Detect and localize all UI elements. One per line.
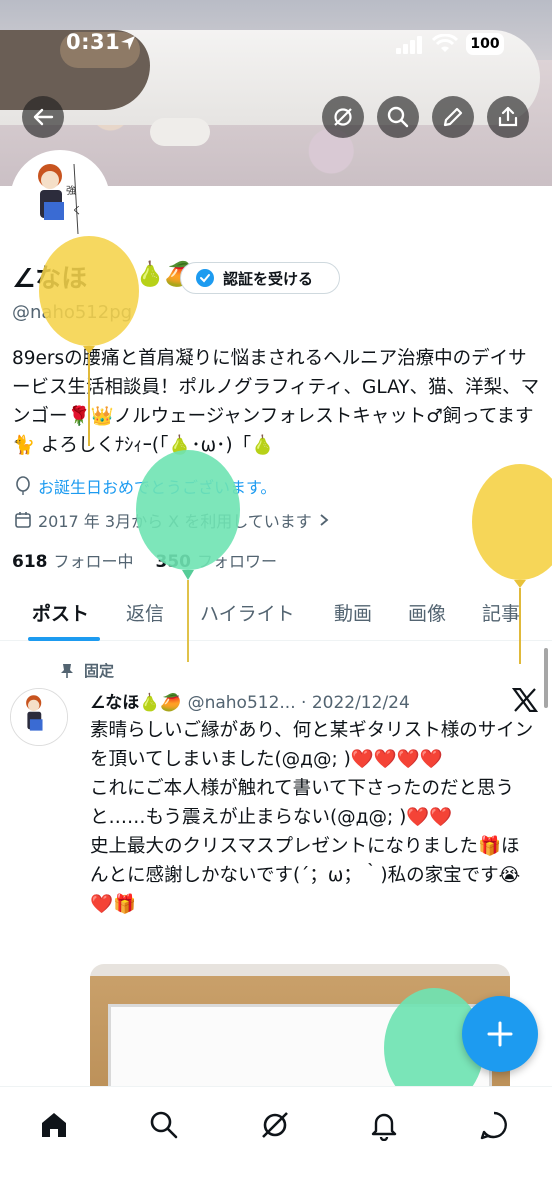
calendar-icon	[15, 512, 31, 528]
avatar-illustration	[11, 689, 67, 745]
x-logo-icon	[512, 688, 538, 712]
bell-icon	[371, 1113, 397, 1141]
back-button[interactable]	[22, 96, 64, 138]
nav-home[interactable]	[34, 1105, 74, 1145]
cellular-signal-icon	[396, 36, 422, 54]
nav-grok[interactable]	[255, 1105, 295, 1145]
share-button[interactable]	[487, 96, 529, 138]
grok-icon	[262, 1112, 288, 1138]
search-icon	[387, 106, 409, 128]
pinned-indicator: 固定	[60, 660, 114, 681]
tab-videos[interactable]: 動画	[334, 599, 372, 626]
following-label[interactable]: フォロー中	[54, 548, 134, 572]
balloon-yellow-right	[472, 464, 552, 664]
balloon-yellow-left	[39, 236, 139, 446]
svg-text:く: く	[72, 206, 82, 217]
compose-post-button[interactable]	[462, 996, 538, 1072]
nav-messages[interactable]	[474, 1105, 514, 1145]
post-author-name[interactable]: ∠なほ🍐🥭	[90, 688, 182, 713]
messages-icon	[480, 1111, 507, 1140]
chevron-right-icon	[320, 514, 329, 526]
home-icon	[42, 1113, 66, 1137]
avatar-illustration: 強 く	[14, 154, 106, 246]
tab-images[interactable]: 画像	[408, 599, 446, 626]
verified-badge-icon	[196, 269, 214, 287]
svg-text:強: 強	[66, 184, 76, 197]
search-button[interactable]	[377, 96, 419, 138]
grok-button[interactable]	[322, 96, 364, 138]
get-verified-label: 認証を受ける	[223, 269, 314, 288]
post-header: ∠なほ🍐🥭 @naho512... · 2022/12/24	[90, 688, 410, 713]
tab-posts[interactable]: ポスト	[32, 599, 89, 626]
pin-icon	[61, 663, 73, 678]
slash-circle-icon	[334, 108, 352, 126]
nav-search[interactable]	[144, 1105, 184, 1145]
search-icon	[150, 1111, 178, 1139]
scrollbar[interactable]	[544, 648, 548, 708]
bottom-navigation	[0, 1086, 552, 1200]
plus-icon	[487, 1021, 513, 1047]
profile-avatar[interactable]: 強 く	[10, 150, 110, 250]
nav-notifications[interactable]	[364, 1105, 404, 1145]
status-bar: 0:31 100	[0, 30, 552, 60]
pinned-label: 固定	[84, 662, 115, 680]
battery-indicator: 100	[466, 33, 504, 55]
following-count[interactable]: 618	[12, 552, 48, 572]
post-author-avatar[interactable]	[10, 688, 68, 746]
status-time: 0:31	[66, 30, 121, 54]
share-icon	[498, 106, 518, 127]
edit-button[interactable]	[432, 96, 474, 138]
location-arrow-icon	[121, 36, 135, 50]
balloon-green-mid	[136, 450, 240, 662]
get-verified-button[interactable]: 認証を受ける	[180, 262, 340, 294]
arrow-left-icon	[33, 108, 54, 126]
active-tab-indicator	[28, 637, 100, 641]
pencil-icon	[443, 107, 463, 127]
wifi-icon	[432, 34, 458, 52]
post-body: 素晴らしいご縁があり、何と某ギタリスト様のサインを頂いてしまいました(@д@; …	[90, 720, 534, 915]
balloon-icon	[16, 476, 30, 495]
post-author-meta: @naho512... · 2022/12/24	[187, 693, 410, 713]
